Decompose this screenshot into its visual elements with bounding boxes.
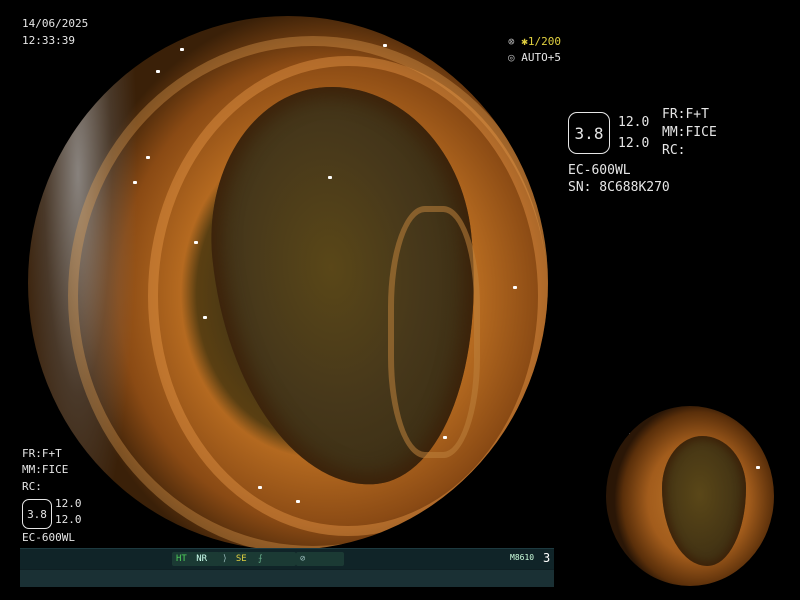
mode-number: 3 (543, 551, 551, 565)
time-display: 12:33:39 (22, 34, 75, 47)
date-display: 14/06/2025 (22, 17, 89, 30)
measure-mode: MM:FICE (22, 463, 69, 476)
value-readout-1: 12.0 (55, 497, 82, 510)
ht-label: HT (176, 554, 187, 564)
frame-mode: FR:F+T (662, 107, 709, 122)
endoscope-thumbnail-view (606, 406, 774, 586)
status-bar-lower (20, 570, 554, 587)
value-readout-2: 12.0 (618, 136, 650, 151)
rc-label: RC: (22, 480, 42, 493)
color-wheel-icon: ⊘ (300, 554, 306, 564)
nr-label: NR (196, 554, 208, 564)
se-label: SE (235, 554, 247, 564)
specular-highlight (194, 241, 198, 244)
ht-nr-indicator: HT NR (172, 552, 220, 566)
edge-indicator: ⨍ (254, 552, 296, 566)
specular-highlight (146, 156, 150, 159)
status-bar: HT NR ⟩ SE ⨍ ⊘ M8610 3 (20, 548, 554, 587)
rc-label: RC: (662, 143, 686, 158)
color-indicator: ⊘ (296, 552, 344, 566)
iris-readout: ◎ AUTO+5 (508, 51, 561, 64)
shutter-icon: ⊗ (508, 35, 515, 48)
frame-mode: FR:F+T (22, 447, 62, 460)
specular-highlight (203, 316, 207, 319)
structure-icon: ⟩ (222, 554, 228, 564)
endoscope-main-view (28, 16, 548, 550)
measure-mode: MM:FICE (662, 125, 717, 140)
scope-model: EC-600WL (568, 163, 631, 178)
specular-highlight (756, 466, 760, 469)
value-readout-1: 12.0 (618, 115, 650, 130)
specular-highlight (513, 286, 517, 289)
shutter-readout: ⊗ ✱1/200 (508, 35, 561, 48)
specular-highlight (258, 486, 262, 489)
colon-lumen (662, 436, 746, 566)
specular-highlight (443, 436, 447, 439)
mucosal-fold (388, 206, 480, 458)
edge-icon: ⨍ (258, 554, 263, 564)
scope-model: EC-600WL (22, 531, 75, 544)
processor-code: M8610 (510, 553, 535, 562)
magnification-badge: 3.8 (568, 112, 610, 154)
star-icon: ✱ (521, 35, 528, 48)
specular-highlight (383, 44, 387, 47)
specular-highlight (133, 181, 137, 184)
specular-highlight (180, 48, 184, 51)
scope-serial: SN: 8C688K270 (568, 180, 670, 195)
specular-highlight (156, 70, 160, 73)
status-bar-row: HT NR ⟩ SE ⨍ ⊘ M8610 3 (20, 549, 554, 569)
iris-icon: ◎ (508, 51, 515, 64)
specular-highlight (296, 500, 300, 503)
magnification-badge: 3.8 (22, 499, 52, 529)
specular-highlight (328, 176, 332, 179)
specular-highlight (626, 431, 630, 434)
value-readout-2: 12.0 (55, 513, 82, 526)
